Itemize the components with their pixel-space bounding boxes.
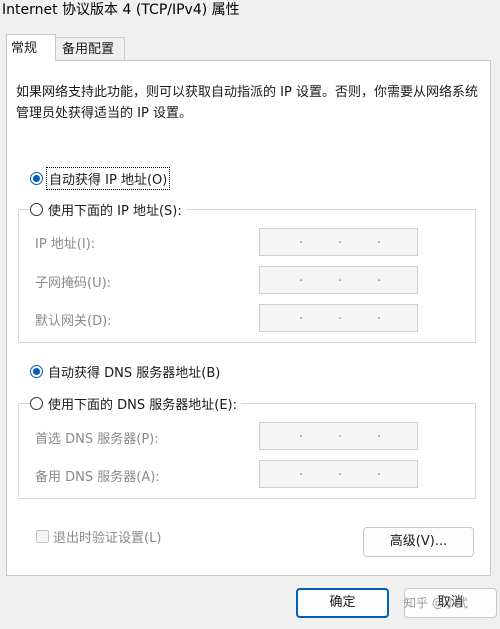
- radio-unchecked-icon: [30, 397, 43, 410]
- ok-button[interactable]: 确定: [296, 588, 389, 618]
- obtain-ip-auto-radio[interactable]: 自动获得 IP 地址(O): [30, 167, 171, 190]
- subnet-mask-label: 子网掩码(U):: [35, 276, 112, 291]
- title-bar: Internet 协议版本 4 (TCP/IPv4) 属性: [0, 0, 500, 28]
- preferred-dns-label: 首选 DNS 服务器(P):: [35, 432, 159, 447]
- tab-general[interactable]: 常规: [6, 34, 56, 61]
- radio-checked-icon: [30, 172, 43, 185]
- checkbox-icon: [36, 530, 49, 543]
- ip-address-input[interactable]: . . .: [259, 228, 418, 256]
- alternate-dns-input[interactable]: . . .: [259, 460, 418, 488]
- window-title: Internet 协议版本 4 (TCP/IPv4) 属性: [2, 2, 240, 18]
- subnet-mask-input[interactable]: . . .: [259, 266, 418, 294]
- watermark: 知乎 @小武: [404, 596, 468, 610]
- validate-on-exit-label: 退出时验证设置(L): [53, 531, 162, 546]
- obtain-dns-auto-label: 自动获得 DNS 服务器地址(B): [48, 366, 221, 381]
- default-gateway-label: 默认网关(D):: [35, 314, 112, 329]
- use-ip-manual-label: 使用下面的 IP 地址(S):: [48, 204, 182, 219]
- use-dns-manual-label: 使用下面的 DNS 服务器地址(E):: [48, 398, 237, 413]
- use-ip-manual-radio[interactable]: 使用下面的 IP 地址(S):: [30, 200, 186, 219]
- use-dns-manual-radio[interactable]: 使用下面的 DNS 服务器地址(E):: [30, 394, 241, 413]
- radio-unchecked-icon: [30, 203, 43, 216]
- preferred-dns-input[interactable]: . . .: [259, 422, 418, 450]
- ip-address-label: IP 地址(I):: [35, 237, 96, 252]
- advanced-button[interactable]: 高级(V)...: [363, 527, 474, 557]
- tab-alternate-configuration[interactable]: 备用配置: [55, 37, 125, 61]
- alternate-dns-label: 备用 DNS 服务器(A):: [35, 470, 160, 485]
- obtain-dns-auto-radio[interactable]: 自动获得 DNS 服务器地址(B): [30, 362, 220, 381]
- validate-on-exit-checkbox[interactable]: 退出时验证设置(L): [36, 527, 161, 546]
- radio-checked-icon: [30, 365, 43, 378]
- default-gateway-input[interactable]: . . .: [259, 304, 418, 332]
- obtain-ip-auto-label: 自动获得 IP 地址(O): [45, 167, 171, 190]
- description-text: 如果网络支持此功能，则可以获取自动指派的 IP 设置。否则，你需要从网络系统管理…: [16, 85, 478, 121]
